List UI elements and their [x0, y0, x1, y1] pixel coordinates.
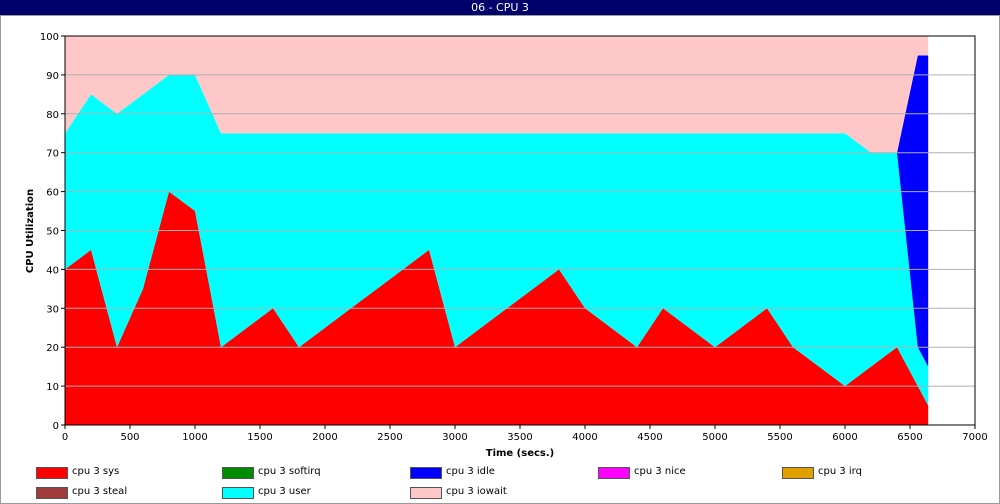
chart-legend: cpu 3 sys cpu 3 softirq cpu 3 idle cpu 3… [36, 465, 986, 501]
y-tick-label: 10 [46, 382, 59, 393]
y-tick-label: 30 [46, 304, 59, 315]
legend-swatch-user [222, 487, 254, 499]
legend-label-softirq: cpu 3 softirq [258, 466, 321, 477]
cpu-utilization-chart: 0 500 1000 1500 2000 2500 3000 3500 4000 4500 5000… [25, 32, 988, 459]
legend-swatch-nice [598, 467, 630, 479]
legend-label-irq: cpu 3 irq [818, 466, 862, 477]
x-tick-label: 500 [120, 432, 139, 443]
x-tick-label: 6500 [897, 432, 922, 443]
x-tick-label: 2000 [312, 432, 337, 443]
y-tick-label: 0 [53, 421, 59, 432]
x-tick-label: 1500 [247, 432, 272, 443]
y-tick-label: 20 [46, 343, 59, 354]
x-tick-label: 3000 [442, 432, 467, 443]
y-tick-label: 40 [46, 265, 59, 276]
y-tick-label: 60 [46, 188, 59, 199]
x-tick-label: 0 [62, 432, 68, 443]
x-tick-label: 2500 [377, 432, 402, 443]
legend-swatch-sys [36, 467, 68, 479]
legend-swatch-steal [36, 487, 68, 499]
y-tick-label: 90 [46, 71, 59, 82]
legend-label-sys: cpu 3 sys [72, 466, 120, 477]
y-axis-label: CPU Utilization [25, 189, 36, 273]
legend-swatch-idle [410, 467, 442, 479]
x-tick-label: 5500 [767, 432, 792, 443]
legend-label-nice: cpu 3 nice [634, 466, 686, 477]
legend-swatch-iowait [410, 487, 442, 499]
x-axis-label: Time (secs.) [486, 448, 555, 459]
x-tick-label: 4000 [572, 432, 597, 443]
y-tick-label: 80 [46, 110, 59, 121]
x-tick-label: 5000 [702, 432, 727, 443]
y-tick-label: 50 [46, 227, 59, 238]
x-tick-label: 6000 [832, 432, 857, 443]
legend-label-idle: cpu 3 idle [446, 466, 495, 477]
legend-swatch-irq [782, 467, 814, 479]
legend-label-steal: cpu 3 steal [72, 486, 128, 497]
x-tick-label: 1000 [182, 432, 207, 443]
legend-label-iowait: cpu 3 iowait [446, 486, 507, 497]
y-tick-label: 100 [40, 32, 59, 43]
x-tick-label: 4500 [637, 432, 662, 443]
y-tick-label: 70 [46, 149, 59, 160]
x-tick-label: 7000 [962, 432, 987, 443]
legend-label-user: cpu 3 user [258, 486, 311, 497]
x-tick-label: 3500 [507, 432, 532, 443]
legend-swatch-softirq [222, 467, 254, 479]
